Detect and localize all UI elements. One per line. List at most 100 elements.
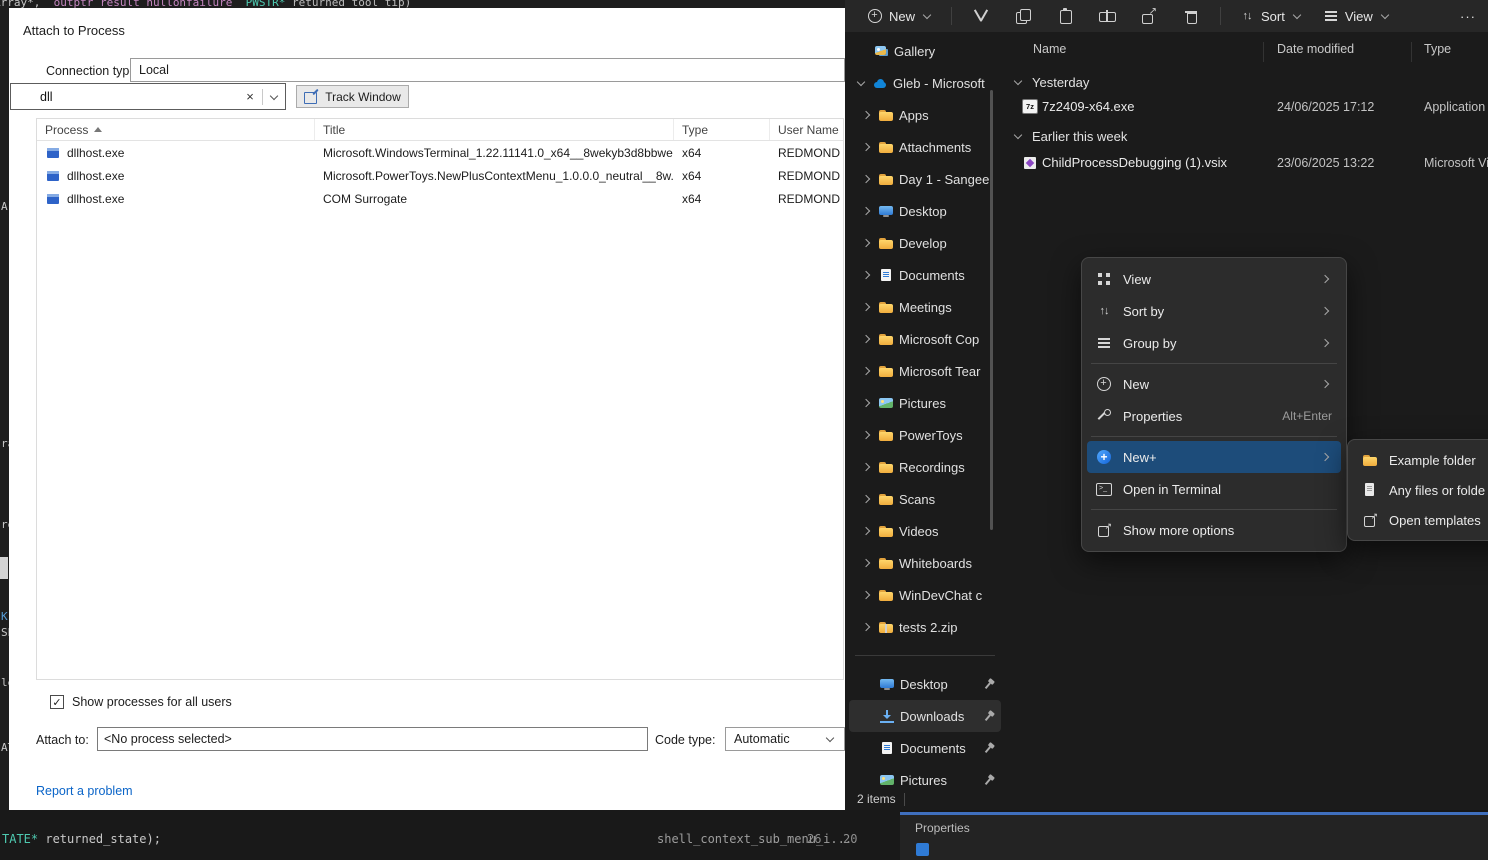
delete-icon [1183,8,1199,24]
process-window-icon [45,191,61,207]
group-header-earlier-this-week[interactable]: Earlier this week [1012,124,1127,148]
column-header-type[interactable]: Type [1424,42,1451,56]
show-all-users-checkbox[interactable]: ✓ [50,695,64,709]
submenu-item-any-files[interactable]: Any files or folde [1353,475,1488,505]
chevron-right-icon[interactable] [861,141,873,153]
sidebar-item-apps[interactable]: Apps [849,99,1001,131]
chevron-right-icon[interactable] [861,365,873,377]
menu-item-open-in-terminal[interactable]: >_ Open in Terminal [1087,473,1341,505]
track-window-button[interactable]: Track Window [296,85,409,108]
clear-filter-icon[interactable]: × [238,89,262,104]
chevron-down-icon[interactable] [855,77,867,89]
chevron-right-icon[interactable] [861,269,873,281]
sidebar-item-pictures-pinned[interactable]: Pictures [849,764,1001,788]
sidebar-item-documents[interactable]: Documents [849,259,1001,291]
pin-icon [982,772,997,787]
pin-icon [982,676,997,691]
sidebar-item-desktop-pinned[interactable]: Desktop [849,668,1001,700]
code-type-select[interactable]: Automatic [725,727,845,751]
menu-item-group-by[interactable]: Group by [1087,327,1341,359]
sidebar-item-whiteboards[interactable]: Whiteboards [849,547,1001,579]
submenu-item-open-templates[interactable]: ↗ Open templates [1353,505,1488,535]
sidebar-item-documents-pinned[interactable]: Documents [849,732,1001,764]
sidebar-item-microsoft-tear[interactable]: Microsoft Tear [849,355,1001,387]
sidebar-item-onedrive[interactable]: Gleb - Microsoft [849,67,1001,99]
chevron-right-icon[interactable] [861,525,873,537]
chevron-right-icon[interactable] [861,173,873,185]
sidebar-item-recordings[interactable]: Recordings [849,451,1001,483]
menu-item-properties[interactable]: Properties Alt+Enter [1087,400,1341,432]
paste-icon [1057,8,1073,24]
chevron-right-icon[interactable] [861,493,873,505]
paste-button[interactable] [1044,3,1086,29]
delete-button[interactable] [1170,3,1212,29]
report-problem-link[interactable]: Report a problem [36,784,133,798]
chevron-right-icon[interactable] [861,397,873,409]
code-fragment: K [1,610,8,623]
view-button[interactable]: View [1313,3,1401,29]
process-window-icon [45,168,61,184]
menu-item-newplus[interactable]: + New+ [1087,441,1341,473]
sidebar-item-scans[interactable]: Scans [849,483,1001,515]
chevron-right-icon[interactable] [861,589,873,601]
file-row[interactable]: ChildProcessDebugging (1).vsix 23/06/202… [1005,150,1488,176]
chevron-right-icon[interactable] [861,333,873,345]
wrench-icon [1096,408,1112,424]
chevron-right-icon[interactable] [861,109,873,121]
more-options-button[interactable]: ··· [1460,9,1476,24]
process-row[interactable]: dllhost.exe Microsoft.PowerToys.NewPlusC… [37,164,843,187]
chevron-right-icon[interactable] [861,557,873,569]
sidebar-item-microsoft-cop[interactable]: Microsoft Cop [849,323,1001,355]
sidebar-item-tests-zip[interactable]: tests 2.zip [849,611,1001,643]
chevron-right-icon[interactable] [861,301,873,313]
sidebar-item-meetings[interactable]: Meetings [849,291,1001,323]
sidebar-item-attachments[interactable]: Attachments [849,131,1001,163]
sidebar-item-powertoys[interactable]: PowerToys [849,419,1001,451]
column-header-user[interactable]: User Name [770,119,843,140]
process-filter-input[interactable]: dll × [10,83,286,110]
connection-type-select[interactable]: Local [130,58,845,82]
copy-button[interactable] [1002,3,1044,29]
sidebar-item-desktop[interactable]: Desktop [849,195,1001,227]
chevron-down-icon[interactable] [1012,130,1024,142]
file-row[interactable]: 7z 7z2409-x64.exe 24/06/2025 17:12 Appli… [1005,94,1488,120]
submenu-item-example-folder[interactable]: Example folder [1353,445,1488,475]
column-header-title[interactable]: Title [315,119,674,140]
menu-item-view[interactable]: View [1087,263,1341,295]
folder-icon [878,107,894,123]
chevron-right-icon[interactable] [861,237,873,249]
chevron-down-icon[interactable] [1012,76,1024,88]
chevron-right-icon[interactable] [861,205,873,217]
chevron-right-icon[interactable] [861,461,873,473]
sort-ascending-icon [94,127,102,132]
column-header-date[interactable]: Date modified [1277,42,1354,56]
menu-item-sort-by[interactable]: ↑↓ Sort by [1087,295,1341,327]
column-header-process[interactable]: Process [37,119,315,140]
sidebar-item-day1[interactable]: Day 1 - Sangee [849,163,1001,195]
process-row[interactable]: dllhost.exe COM Surrogate x64 REDMOND [37,187,843,210]
cut-button[interactable] [960,3,1002,29]
column-header-name[interactable]: Name [1033,42,1066,56]
chevron-right-icon[interactable] [861,429,873,441]
sidebar-divider [855,655,995,656]
sidebar-item-videos[interactable]: Videos [849,515,1001,547]
share-button[interactable]: ↗ [1128,3,1170,29]
sidebar-scrollbar[interactable] [990,90,993,530]
column-header-type[interactable]: Type [674,119,770,140]
sidebar-item-gallery[interactable]: Gallery [849,35,1001,67]
sidebar-item-windevchat[interactable]: WinDevChat c [849,579,1001,611]
sidebar-item-develop[interactable]: Develop [849,227,1001,259]
sidebar-item-downloads-pinned[interactable]: Downloads [849,700,1001,732]
filter-dropdown-button[interactable] [263,91,285,103]
new-button[interactable]: + New [857,3,943,29]
menu-item-show-more-options[interactable]: ↗ Show more options [1087,514,1341,546]
attach-to-field[interactable]: <No process selected> [97,727,648,751]
sort-button[interactable]: ↑↓ Sort [1229,3,1313,29]
group-header-yesterday[interactable]: Yesterday [1012,70,1089,94]
sidebar-item-pictures[interactable]: Pictures [849,387,1001,419]
chevron-right-icon[interactable] [861,621,873,633]
process-row[interactable]: dllhost.exe Microsoft.WindowsTerminal_1.… [37,141,843,164]
rename-button[interactable] [1086,3,1128,29]
external-arrow-icon: ↗ [1096,522,1112,538]
menu-item-new[interactable]: + New [1087,368,1341,400]
